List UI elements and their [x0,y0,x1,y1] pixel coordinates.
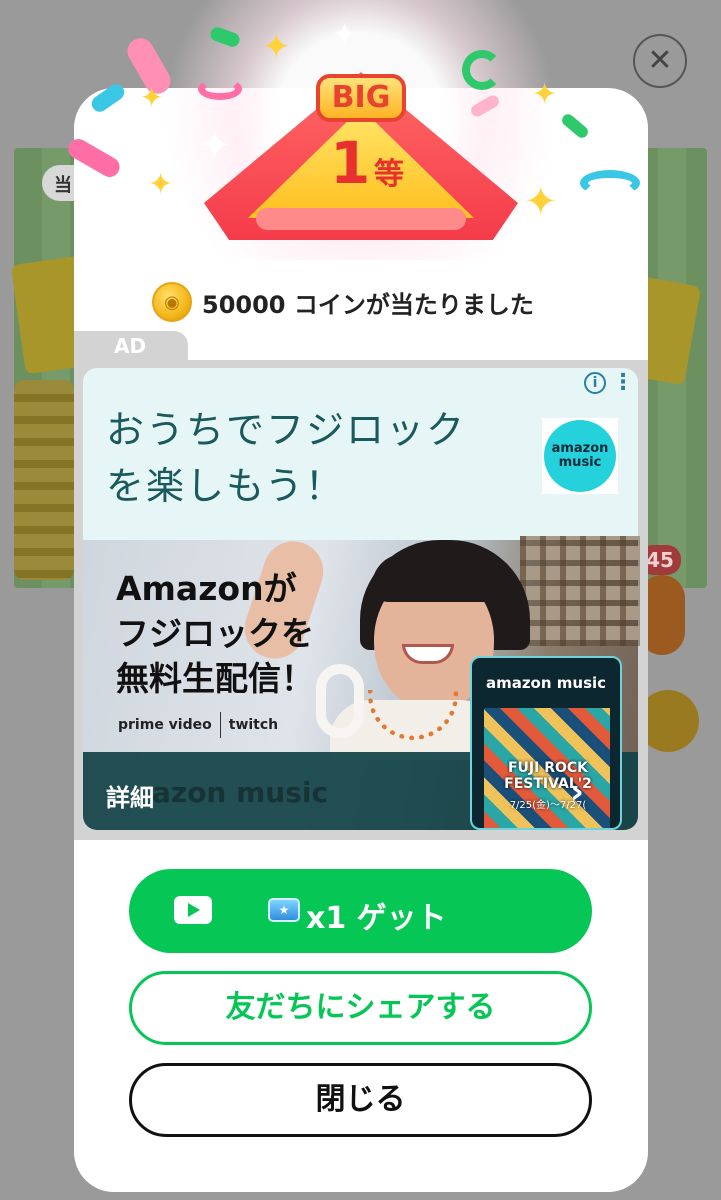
rank-suffix: 等 [374,157,404,192]
promo-line: フジロックを [116,614,314,653]
ad-headline[interactable]: おうちでフジロック を楽しもう！ [106,402,506,514]
ad-image-blanket [520,536,640,646]
rank-trophy: BIG 1 等 [204,72,518,240]
ad-headline-line: おうちでフジロック [106,408,467,452]
get-ticket-label: x1 ゲット [306,901,447,936]
twitch-logo: twitch [228,717,279,733]
rank-number: 1 [330,129,371,197]
ad-info-icon[interactable]: i [584,372,606,394]
ad-cta-watermark: azon music [152,776,329,809]
close-button[interactable]: 閉じる [129,1063,592,1137]
album-title: FUJI ROCK FESTIVAL'2 [504,760,592,792]
ad-details-link[interactable]: 詳細 [106,778,154,813]
ad-label-tab: AD [74,331,188,361]
logo-line: amazon [551,441,609,456]
album-date: 7/25(金)〜7/27( [509,800,587,811]
chevron-right-icon[interactable]: › [570,772,584,812]
amazon-music-logo[interactable]: amazon music [544,420,616,492]
headphones-icon [316,664,364,738]
ad-promo-text: Amazonが フジロックを 無料生配信！ [116,566,314,701]
ad-partner-logos: prime video twitch [118,712,278,738]
album-cover: amazon music FUJI ROCK FESTIVAL'2 7/25(金… [470,656,622,830]
promo-line: Amazonが [116,569,297,608]
trophy-band [256,208,466,230]
ticket-icon: ★ [268,898,300,922]
big-badge: BIG [316,74,406,122]
share-with-friends-button[interactable]: 友だちにシェアする [129,971,592,1045]
coin-icon: ◉ [152,282,192,322]
prize-message: ◉ 50000 コインが当たりました [152,282,534,322]
album-brand: amazon music [485,674,607,692]
prize-text: 50000 コインが当たりました [202,290,534,319]
ad-headline-line: を楽しもう！ [106,464,345,508]
ad-menu-icon[interactable]: ⋮ [612,370,634,396]
prime-video-logo: prime video [118,717,212,733]
close-icon[interactable]: ✕ [633,34,687,88]
logo-divider [219,712,221,738]
play-icon [174,896,212,924]
logo-line: music [558,455,602,470]
ad-image-bangs [372,554,502,602]
promo-line: 無料生配信！ [116,659,314,698]
background-coins [14,380,74,580]
